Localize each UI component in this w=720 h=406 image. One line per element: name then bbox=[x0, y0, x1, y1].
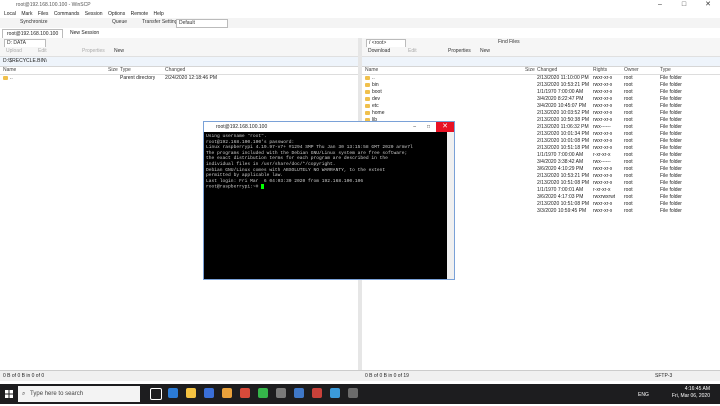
col-changed[interactable]: Changed bbox=[537, 66, 557, 74]
col-owner[interactable]: Owner bbox=[624, 66, 639, 74]
col-type[interactable]: Type bbox=[120, 66, 131, 74]
col-size[interactable]: Size bbox=[108, 66, 118, 74]
list-item[interactable]: .. Parent directory 2/24/2020 12:18:46 P… bbox=[0, 75, 358, 82]
app-icon[interactable] bbox=[294, 388, 304, 398]
menu-remote[interactable]: Remote bbox=[131, 11, 149, 17]
remote-action-toolbar: Download Edit Properties New bbox=[362, 47, 720, 57]
remote-new-button[interactable]: New bbox=[478, 48, 492, 55]
local-status: 0 B of 0 B in 0 of 0 bbox=[3, 373, 45, 379]
windows-icon bbox=[5, 390, 13, 398]
remote-header: Name Size Changed Rights Owner Type bbox=[362, 66, 720, 75]
terminal-output[interactable]: Using username "root". root@192.168.100.1… bbox=[206, 134, 446, 274]
menu-bar: Local Mark Files Commands Session Option… bbox=[0, 10, 720, 18]
putty-maximize-button[interactable]: □ bbox=[427, 122, 430, 132]
menu-local[interactable]: Local bbox=[4, 11, 16, 17]
folder-icon bbox=[365, 89, 370, 94]
putty-close-button[interactable]: ✕ bbox=[436, 122, 454, 132]
menu-mark[interactable]: Mark bbox=[21, 11, 32, 17]
menu-files[interactable]: Files bbox=[38, 11, 49, 17]
find-files-button[interactable]: Find Files bbox=[496, 39, 522, 46]
list-item[interactable]: dev 3/4/2020 8:22:47 PM rwxr-xr-x root File … bbox=[362, 96, 720, 103]
firefox-icon[interactable] bbox=[222, 388, 232, 398]
list-item[interactable]: boot 1/1/1970 7:00:00 AM rwxr-xr-x root File… bbox=[362, 89, 720, 96]
folder-icon bbox=[365, 75, 370, 80]
close-window-button[interactable]: ✕ bbox=[696, 0, 720, 10]
status-bar: 0 B of 0 B in 0 of 0 0 B of 0 B in 0 of … bbox=[0, 370, 720, 381]
local-header: Name Size Type Changed bbox=[0, 66, 358, 75]
protocol-status: SFTP-3 bbox=[655, 373, 673, 379]
list-item[interactable]: .. 2/13/2020 11:10:00 PM rwxr-xr-x root File… bbox=[362, 75, 720, 82]
edge-icon[interactable] bbox=[168, 388, 178, 398]
col-size[interactable]: Size bbox=[525, 66, 535, 74]
store-icon[interactable] bbox=[204, 388, 214, 398]
terminal-line: Linux raspberrypi 4.19.97-v7+ #1294 SMP … bbox=[206, 145, 413, 151]
folder-up-icon bbox=[3, 75, 8, 80]
clock-time: 4:16:45 AM bbox=[684, 386, 710, 392]
list-item[interactable]: bin 2/13/2020 10:53:21 PM rwxr-xr-x root Fil… bbox=[362, 82, 720, 89]
col-name[interactable]: Name bbox=[365, 66, 378, 74]
file-explorer-icon[interactable] bbox=[186, 388, 196, 398]
col-type[interactable]: Type bbox=[660, 66, 671, 74]
list-item[interactable]: etc 3/4/2020 10:45:07 PM rwxr-xr-x root File… bbox=[362, 103, 720, 110]
clock-date: Fri, Mar 06, 2020 bbox=[671, 393, 710, 399]
app-icon[interactable] bbox=[312, 388, 322, 398]
app-icon[interactable] bbox=[276, 388, 286, 398]
tab-session[interactable]: root@192.168.100.100 bbox=[2, 29, 64, 38]
col-changed[interactable]: Changed bbox=[165, 66, 185, 74]
window-title: root@192.168.100.100 - WinSCP bbox=[16, 2, 91, 8]
app-icon[interactable] bbox=[258, 388, 268, 398]
putty-title: root@192.168.100.100 bbox=[216, 124, 268, 130]
transfer-settings-select[interactable]: Default bbox=[176, 19, 228, 28]
col-rights[interactable]: Rights bbox=[593, 66, 607, 74]
terminal-line: root@raspberrypi:~# bbox=[206, 184, 446, 190]
synchronize-button[interactable]: Synchronize bbox=[18, 19, 50, 26]
remote-status: 0 B of 0 B in 0 of 19 bbox=[365, 373, 409, 379]
folder-icon bbox=[365, 82, 370, 87]
menu-help[interactable]: Help bbox=[154, 11, 164, 17]
putty-window[interactable]: root@192.168.100.100 – □ ✕ Using usernam… bbox=[203, 121, 455, 280]
col-name[interactable]: Name bbox=[3, 66, 16, 74]
search-placeholder: Type here to search bbox=[30, 391, 84, 397]
task-view-icon[interactable] bbox=[150, 388, 162, 400]
maximize-button[interactable]: □ bbox=[672, 0, 696, 10]
folder-icon bbox=[365, 110, 370, 115]
local-path-text: D:\$RECYCLE.BIN\ bbox=[3, 58, 47, 64]
terminal-cursor bbox=[261, 184, 265, 190]
queue-button[interactable]: Queue bbox=[110, 19, 129, 26]
menu-session[interactable]: Session bbox=[85, 11, 103, 17]
folder-icon bbox=[365, 96, 370, 101]
minimize-button[interactable]: – bbox=[648, 0, 672, 10]
clock[interactable]: 4:16:45 AM Fri, Mar 06, 2020 bbox=[672, 386, 710, 400]
chrome-icon[interactable] bbox=[240, 388, 250, 398]
menu-commands[interactable]: Commands bbox=[54, 11, 80, 17]
putty-title-bar[interactable]: root@192.168.100.100 – □ ✕ bbox=[204, 122, 454, 132]
list-item[interactable]: home 2/13/2020 10:03:52 PM rwxr-xr-x root Fi… bbox=[362, 110, 720, 117]
putty-minimize-button[interactable]: – bbox=[413, 122, 416, 132]
download-button[interactable]: Download bbox=[366, 48, 392, 55]
menu-options[interactable]: Options bbox=[108, 11, 125, 17]
remote-edit-button[interactable]: Edit bbox=[406, 48, 419, 55]
language-indicator[interactable]: ENG bbox=[638, 392, 649, 398]
tab-new-session[interactable]: New Session bbox=[66, 29, 104, 37]
local-action-toolbar: Upload Edit Properties New bbox=[0, 47, 358, 57]
search-icon: ⌕ bbox=[22, 391, 26, 397]
winscp-icon[interactable] bbox=[330, 388, 340, 398]
local-properties-button[interactable]: Properties bbox=[80, 48, 107, 55]
putty-scrollbar[interactable] bbox=[447, 132, 454, 279]
folder-icon bbox=[365, 103, 370, 108]
putty-icon[interactable] bbox=[348, 388, 358, 398]
start-button[interactable] bbox=[0, 384, 18, 404]
taskbar-search[interactable]: ⌕ Type here to search bbox=[18, 386, 140, 402]
remote-properties-button[interactable]: Properties bbox=[446, 48, 473, 55]
local-new-button[interactable]: New bbox=[112, 48, 126, 55]
upload-button[interactable]: Upload bbox=[4, 48, 24, 55]
local-edit-button[interactable]: Edit bbox=[36, 48, 49, 55]
